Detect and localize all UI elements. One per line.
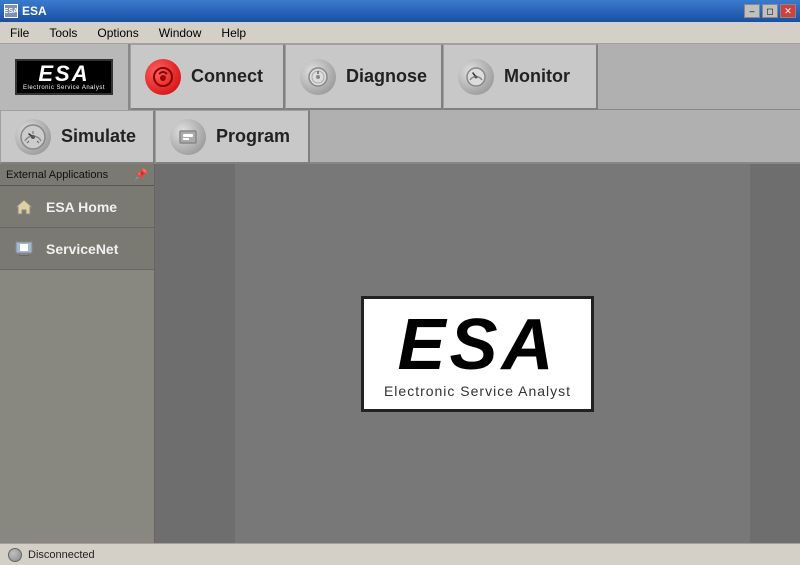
center-esa-subtext: Electronic Service Analyst xyxy=(384,383,571,399)
center-esa-text: ESA xyxy=(397,309,557,381)
diagnose-button[interactable]: Diagnose xyxy=(285,44,443,110)
esa-logo-text: ESA xyxy=(38,63,89,85)
status-text: Disconnected xyxy=(28,549,95,561)
home-icon xyxy=(12,195,36,219)
sidebar-item-servicenet[interactable]: ServiceNet xyxy=(0,228,154,270)
sidebar-header: External Applications 📌 xyxy=(0,164,154,186)
toolbar: ESA Electronic Service Analyst Connect xyxy=(0,44,800,164)
center-logo: ESA Electronic Service Analyst xyxy=(361,296,594,412)
simulate-button[interactable]: Simulate xyxy=(0,110,155,164)
content-right-panel xyxy=(750,164,800,543)
program-icon xyxy=(170,119,206,155)
connect-icon xyxy=(145,59,181,95)
content-area: ESA Electronic Service Analyst xyxy=(155,164,800,543)
sidebar-pin-icon[interactable]: 📌 xyxy=(134,168,148,181)
monitor-button[interactable]: Monitor xyxy=(443,44,598,110)
sidebar-item-esa-home[interactable]: ESA Home xyxy=(0,186,154,228)
restore-button[interactable]: ◻ xyxy=(762,4,778,18)
toolbar-row1: ESA Electronic Service Analyst Connect xyxy=(0,44,800,110)
titlebar: ESA ESA – ◻ ✕ xyxy=(0,0,800,22)
statusbar: Disconnected xyxy=(0,543,800,565)
titlebar-icon: ESA xyxy=(4,4,18,18)
close-button[interactable]: ✕ xyxy=(780,4,796,18)
content-left-panel xyxy=(155,164,235,543)
monitor-icon xyxy=(458,59,494,95)
esa-logo-subtext: Electronic Service Analyst xyxy=(23,85,105,91)
sidebar-title: External Applications xyxy=(6,169,108,181)
main-area: External Applications 📌 ESA Home Service… xyxy=(0,164,800,543)
titlebar-left: ESA ESA xyxy=(4,4,47,18)
program-button[interactable]: Program xyxy=(155,110,310,164)
status-icon xyxy=(8,548,22,562)
esa-home-label: ESA Home xyxy=(46,199,117,215)
minimize-button[interactable]: – xyxy=(744,4,760,18)
servicenet-icon xyxy=(12,237,36,261)
menu-window[interactable]: Window xyxy=(149,24,212,42)
sidebar: External Applications 📌 ESA Home Service… xyxy=(0,164,155,543)
servicenet-label: ServiceNet xyxy=(46,241,118,257)
menu-tools[interactable]: Tools xyxy=(39,24,87,42)
menubar: File Tools Options Window Help xyxy=(0,22,800,44)
esa-logo-box: ESA Electronic Service Analyst xyxy=(15,59,113,95)
titlebar-controls: – ◻ ✕ xyxy=(744,4,796,18)
toolbar-row2: Simulate Program xyxy=(0,110,800,164)
menu-options[interactable]: Options xyxy=(87,24,148,42)
menu-file[interactable]: File xyxy=(0,24,39,42)
connect-button[interactable]: Connect xyxy=(130,44,285,110)
simulate-icon xyxy=(15,119,51,155)
menu-help[interactable]: Help xyxy=(211,24,256,42)
titlebar-title: ESA xyxy=(22,4,47,18)
esa-logo[interactable]: ESA Electronic Service Analyst xyxy=(0,44,130,110)
diagnose-icon xyxy=(300,59,336,95)
